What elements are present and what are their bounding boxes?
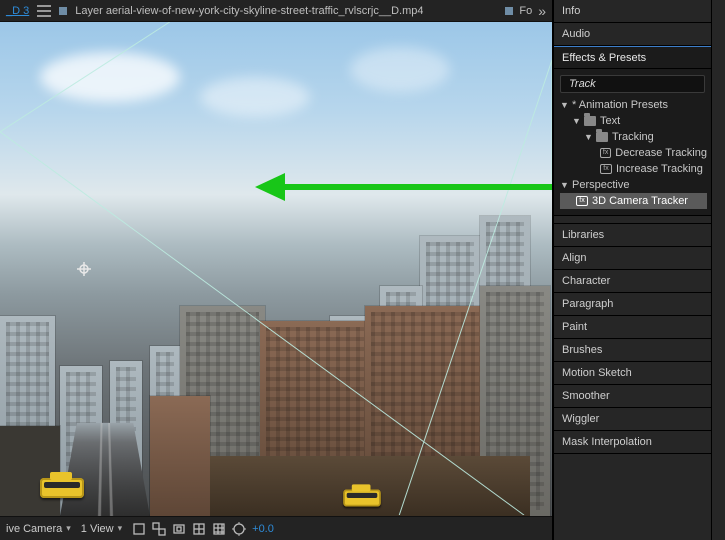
panel-smoother[interactable]: Smoother — [554, 385, 711, 408]
panel-character[interactable]: Character — [554, 270, 711, 293]
tab-comp-d3[interactable]: _D 3 — [6, 5, 29, 17]
toggle-mask-icon[interactable] — [172, 522, 186, 536]
disclosure-triangle-icon[interactable]: ▼ — [584, 132, 592, 142]
camera-dropdown[interactable]: ive Camera▾ — [6, 523, 71, 535]
tree-row-3d-camera-tracker[interactable]: fx 3D Camera Tracker — [560, 193, 707, 209]
tree-row-increase-tracking[interactable]: fx Increase Tracking — [560, 161, 707, 177]
layer-color-swatch — [505, 7, 513, 15]
toggle-pixel-aspect-icon[interactable] — [132, 522, 146, 536]
panel-paint[interactable]: Paint — [554, 316, 711, 339]
side-panel-stack: Info Audio Effects & Presets ▼ * Animati… — [553, 0, 711, 540]
layer-color-swatch — [59, 7, 67, 15]
composition-viewport[interactable] — [0, 22, 552, 516]
effects-search-input[interactable] — [569, 78, 712, 90]
panel-info[interactable]: Info — [554, 0, 711, 23]
grid-guides-icon[interactable] — [212, 522, 226, 536]
disclosure-triangle-icon[interactable]: ▼ — [572, 116, 580, 126]
disclosure-triangle-icon[interactable]: ▼ — [560, 180, 568, 190]
folder-icon — [596, 132, 608, 142]
panel-paragraph[interactable]: Paragraph — [554, 293, 711, 316]
overflow-chevron-icon[interactable]: » — [538, 3, 546, 19]
toggle-transparency-icon[interactable] — [152, 522, 166, 536]
tree-row-text[interactable]: ▼ Text — [560, 113, 707, 129]
effects-tree: ▼ * Animation Presets ▼ Text ▼ Tracking … — [554, 97, 711, 209]
layer-tab-label[interactable]: Layer aerial-view-of-new-york-city-skyli… — [75, 5, 423, 17]
panel-libraries[interactable]: Libraries — [554, 224, 711, 247]
layer-tab-label-2[interactable]: Fo — [519, 5, 532, 17]
main-column: _D 3 Layer aerial-view-of-new-york-city-… — [0, 0, 553, 540]
folder-icon — [584, 116, 596, 126]
panel-brushes[interactable]: Brushes — [554, 339, 711, 362]
composition-tabbar: _D 3 Layer aerial-view-of-new-york-city-… — [0, 0, 552, 22]
effects-presets-body: ▼ * Animation Presets ▼ Text ▼ Tracking … — [554, 69, 711, 216]
region-of-interest-icon[interactable] — [192, 522, 206, 536]
collapsed-panel-rail[interactable] — [711, 0, 725, 540]
anchor-point-icon[interactable] — [77, 262, 91, 276]
tree-row-perspective[interactable]: ▼ Perspective — [560, 177, 707, 193]
preset-icon: fx — [600, 148, 611, 158]
panel-motion-sketch[interactable]: Motion Sketch — [554, 362, 711, 385]
effect-icon: fx — [576, 196, 588, 206]
view-count-dropdown[interactable]: 1 View▾ — [81, 523, 122, 535]
panel-wiggler[interactable]: Wiggler — [554, 408, 711, 431]
panel-effects-presets[interactable]: Effects & Presets — [554, 46, 711, 69]
viewer-bottom-toolbar: ive Camera▾ 1 View▾ +0.0 — [0, 516, 552, 540]
preset-icon: fx — [600, 164, 612, 174]
effects-search[interactable] — [560, 75, 705, 93]
panel-mask-interpolation[interactable]: Mask Interpolation — [554, 431, 711, 454]
disclosure-triangle-icon[interactable]: ▼ — [560, 100, 568, 110]
tree-row-animation-presets[interactable]: ▼ * Animation Presets — [560, 97, 707, 113]
panel-audio[interactable]: Audio — [554, 23, 711, 46]
tree-row-decrease-tracking[interactable]: fx Decrease Tracking — [560, 145, 707, 161]
panel-align[interactable]: Align — [554, 247, 711, 270]
tree-row-tracking[interactable]: ▼ Tracking — [560, 129, 707, 145]
exposure-icon[interactable] — [232, 522, 246, 536]
panel-menu-icon[interactable] — [37, 5, 51, 17]
exposure-value[interactable]: +0.0 — [252, 523, 274, 535]
